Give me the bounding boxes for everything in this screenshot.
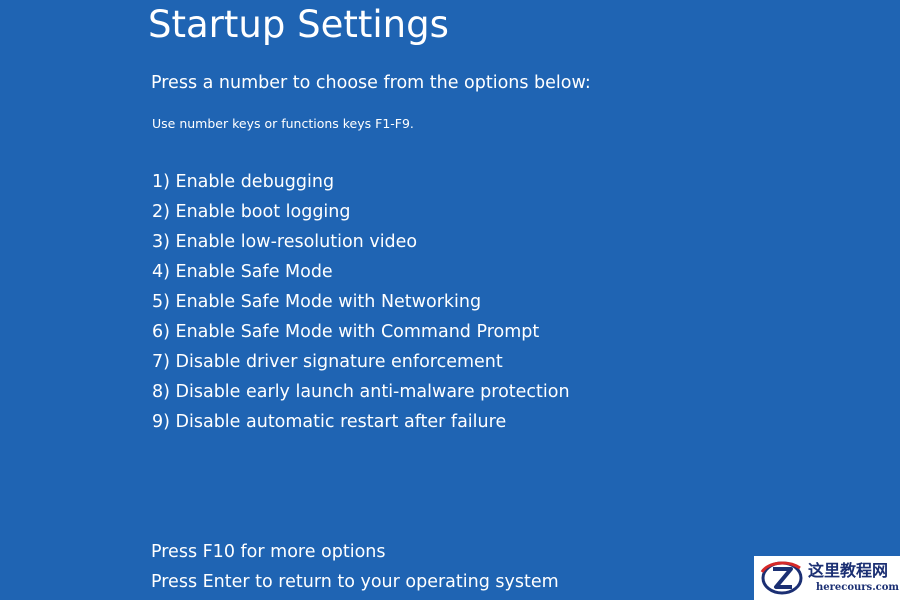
watermark-text: 这里教程网 xyxy=(808,561,889,580)
page-title: Startup Settings xyxy=(148,3,449,46)
option-enable-boot-logging[interactable]: 2) Enable boot logging xyxy=(152,197,570,227)
footer-options: Press F10 for more options Press Enter t… xyxy=(151,537,559,597)
watermark-url: herecours.com xyxy=(816,582,900,593)
watermark: 这里教程网 herecours.com xyxy=(754,556,900,600)
option-disable-automatic-restart[interactable]: 9) Disable automatic restart after failu… xyxy=(152,407,570,437)
z-logo-icon xyxy=(760,561,803,595)
startup-settings-screen: Startup Settings Press a number to choos… xyxy=(0,0,900,600)
option-enable-safe-mode-networking[interactable]: 5) Enable Safe Mode with Networking xyxy=(152,287,570,317)
option-disable-early-launch-anti-malware[interactable]: 8) Disable early launch anti-malware pro… xyxy=(152,377,570,407)
option-enable-safe-mode[interactable]: 4) Enable Safe Mode xyxy=(152,257,570,287)
instruction-text: Press a number to choose from the option… xyxy=(151,73,591,93)
option-enable-debugging[interactable]: 1) Enable debugging xyxy=(152,167,570,197)
option-enable-safe-mode-command-prompt[interactable]: 6) Enable Safe Mode with Command Prompt xyxy=(152,317,570,347)
options-list: 1) Enable debugging 2) Enable boot loggi… xyxy=(152,167,570,437)
more-options-prompt[interactable]: Press F10 for more options xyxy=(151,537,559,567)
hint-text: Use number keys or functions keys F1-F9. xyxy=(152,116,414,131)
option-enable-low-resolution-video[interactable]: 3) Enable low-resolution video xyxy=(152,227,570,257)
option-disable-driver-signature-enforcement[interactable]: 7) Disable driver signature enforcement xyxy=(152,347,570,377)
return-to-os-prompt[interactable]: Press Enter to return to your operating … xyxy=(151,567,559,597)
